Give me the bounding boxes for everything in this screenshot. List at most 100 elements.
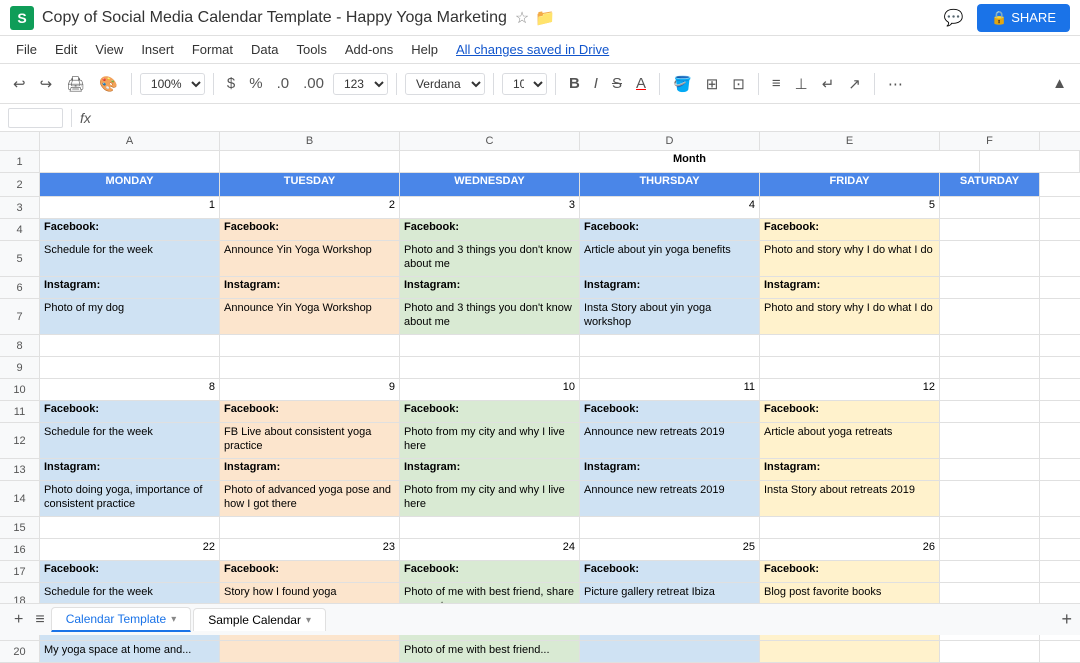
cell-17b[interactable]: Facebook: [220,561,400,582]
italic-button[interactable]: I [589,71,603,96]
cell-16c[interactable]: 24 [400,539,580,560]
cell-6c[interactable]: Instagram: [400,277,580,298]
cell-1a[interactable] [40,151,220,172]
cell-14e[interactable]: Insta Story about retreats 2019 [760,481,940,516]
cell-10a[interactable]: 8 [40,379,220,400]
col-header-f[interactable]: F [940,132,1040,150]
cell-11d[interactable]: Facebook: [580,401,760,422]
cell-14c[interactable]: Photo from my city and why I live here [400,481,580,516]
cell-3c[interactable]: 3 [400,197,580,218]
cell-6a[interactable]: Instagram: [40,277,220,298]
cell-4b[interactable]: Facebook: [220,219,400,240]
decimal00-button[interactable]: .00 [298,71,329,96]
col-header-a[interactable]: A [40,132,220,150]
menu-format[interactable]: Format [184,40,241,59]
cell-11e[interactable]: Facebook: [760,401,940,422]
star-icon[interactable]: ☆ [515,8,529,28]
cell-4f[interactable] [940,219,1040,240]
textcolor-button[interactable]: A [631,71,651,96]
bold-button[interactable]: B [564,71,585,96]
cell-8b[interactable] [220,335,400,356]
cell-10e[interactable]: 12 [760,379,940,400]
cell-13f[interactable] [940,459,1040,480]
strikethrough-button[interactable]: S [607,71,627,96]
cell-12e[interactable]: Article about yoga retreats [760,423,940,458]
cell-3a[interactable]: 1 [40,197,220,218]
rotate-button[interactable]: ↗ [843,71,866,97]
cell-17c[interactable]: Facebook: [400,561,580,582]
cell-8d[interactable] [580,335,760,356]
tab-calendar-template[interactable]: Calendar Template ▾ [51,607,192,632]
cell-9c[interactable] [400,357,580,378]
decimal0-button[interactable]: .0 [272,71,295,96]
menu-edit[interactable]: Edit [47,40,85,59]
cell-16f[interactable] [940,539,1040,560]
cell-12b[interactable]: FB Live about consistent yoga practice [220,423,400,458]
cell-2b[interactable]: TUESDAY [220,173,400,196]
comment-button[interactable]: 💬 [939,4,967,32]
borders-button[interactable]: ⊞ [701,71,724,97]
font-select[interactable]: Verdana [405,73,485,95]
cell-3e[interactable]: 5 [760,197,940,218]
cell-17a[interactable]: Facebook: [40,561,220,582]
menu-file[interactable]: File [8,40,45,59]
cell-15c[interactable] [400,517,580,538]
dollar-button[interactable]: $ [222,71,240,96]
cell-10b[interactable]: 9 [220,379,400,400]
cell-9a[interactable] [40,357,220,378]
add-tab-button[interactable]: + [8,607,29,633]
menu-tools[interactable]: Tools [288,40,334,59]
cell-2a[interactable]: MONDAY [40,173,220,196]
cell-13c[interactable]: Instagram: [400,459,580,480]
cell-2c[interactable]: WEDNESDAY [400,173,580,196]
cell-7f[interactable] [940,299,1040,334]
undo-button[interactable]: ↩ [8,71,31,97]
formula-input[interactable] [99,108,1072,127]
cell-11c[interactable]: Facebook: [400,401,580,422]
cell-15f[interactable] [940,517,1040,538]
cell-7e[interactable]: Photo and story why I do what I do [760,299,940,334]
col-header-d[interactable]: D [580,132,760,150]
cell-reference[interactable] [8,108,63,128]
paint-button[interactable]: 🎨 [94,71,123,97]
cell-13a[interactable]: Instagram: [40,459,220,480]
collapse-button[interactable]: ▲ [1047,71,1072,96]
cell-12f[interactable] [940,423,1040,458]
cell-8f[interactable] [940,335,1040,356]
cell-11b[interactable]: Facebook: [220,401,400,422]
cell-5c[interactable]: Photo and 3 things you don't know about … [400,241,580,276]
cell-8c[interactable] [400,335,580,356]
cell-15e[interactable] [760,517,940,538]
cell-17d[interactable]: Facebook: [580,561,760,582]
cell-7c[interactable]: Photo and 3 things you don't know about … [400,299,580,334]
cell-8a[interactable] [40,335,220,356]
cell-11a[interactable]: Facebook: [40,401,220,422]
cell-1f[interactable] [980,151,1080,172]
cell-20f[interactable] [940,641,1040,662]
cell-14d[interactable]: Announce new retreats 2019 [580,481,760,516]
cell-2d[interactable]: THURSDAY [580,173,760,196]
cell-6d[interactable]: Instagram: [580,277,760,298]
cell-16a[interactable]: 22 [40,539,220,560]
align-v-button[interactable]: ⊥ [790,71,813,97]
cell-5d[interactable]: Article about yin yoga benefits [580,241,760,276]
cell-17e[interactable]: Facebook: [760,561,940,582]
menu-addons[interactable]: Add-ons [337,40,401,59]
format-select[interactable]: 123 [333,73,388,95]
cell-1b[interactable] [220,151,400,172]
cell-20d[interactable] [580,641,760,662]
menu-data[interactable]: Data [243,40,286,59]
cell-12a[interactable]: Schedule for the week [40,423,220,458]
cell-9b[interactable] [220,357,400,378]
menu-insert[interactable]: Insert [133,40,182,59]
cell-16d[interactable]: 25 [580,539,760,560]
merge-button[interactable]: ⊡ [727,71,750,97]
col-header-e[interactable]: E [760,132,940,150]
cell-3f[interactable] [940,197,1040,218]
redo-button[interactable]: ↪ [35,71,58,97]
fillcolor-button[interactable]: 🪣 [668,71,697,97]
cell-14a[interactable]: Photo doing yoga, importance of consiste… [40,481,220,516]
cell-8e[interactable] [760,335,940,356]
cell-13e[interactable]: Instagram: [760,459,940,480]
cell-15d[interactable] [580,517,760,538]
